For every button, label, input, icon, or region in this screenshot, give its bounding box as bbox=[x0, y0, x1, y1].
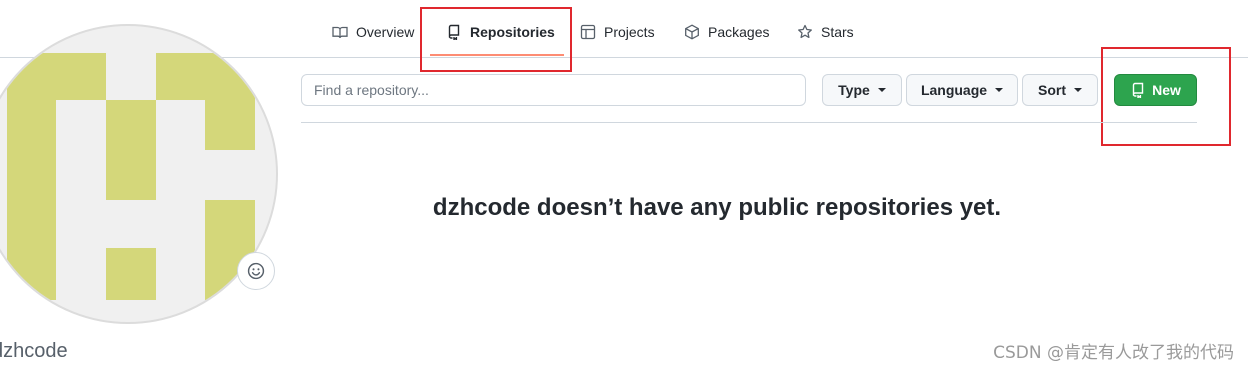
annotation-box-repositories bbox=[420, 7, 572, 72]
tab-projects-label: Projects bbox=[604, 24, 655, 40]
table-icon bbox=[580, 24, 596, 40]
avatar-block bbox=[156, 53, 255, 100]
type-filter-button[interactable]: Type bbox=[822, 74, 902, 106]
new-button-label: New bbox=[1152, 82, 1181, 98]
language-filter-label: Language bbox=[920, 82, 988, 98]
tab-stars[interactable]: Stars bbox=[797, 18, 854, 46]
caret-down-icon bbox=[995, 88, 1004, 92]
tab-projects[interactable]: Projects bbox=[580, 18, 655, 46]
smiley-icon bbox=[247, 262, 265, 280]
sort-button[interactable]: Sort bbox=[1022, 74, 1098, 106]
new-repository-button[interactable]: New bbox=[1114, 74, 1197, 106]
caret-down-icon bbox=[877, 88, 886, 92]
filter-divider bbox=[301, 122, 1197, 123]
repo-icon bbox=[1132, 82, 1144, 98]
star-icon bbox=[798, 24, 812, 39]
tab-overview[interactable]: Overview bbox=[332, 18, 414, 46]
package-icon bbox=[685, 24, 699, 40]
avatar-block bbox=[7, 200, 56, 300]
language-filter-button[interactable]: Language bbox=[906, 74, 1018, 106]
caret-down-icon bbox=[1074, 88, 1082, 92]
tab-overview-label: Overview bbox=[356, 24, 415, 40]
sort-label: Sort bbox=[1038, 82, 1066, 98]
profile-username: dzhcode bbox=[0, 340, 68, 362]
csdn-watermark: CSDN @肯定有人改了我的代码 bbox=[993, 343, 1234, 363]
avatar-block bbox=[7, 53, 106, 100]
avatar-block bbox=[205, 100, 255, 150]
avatar-block bbox=[106, 248, 156, 300]
avatar[interactable] bbox=[0, 24, 278, 324]
tab-packages[interactable]: Packages bbox=[684, 18, 769, 46]
tab-packages-label: Packages bbox=[708, 24, 770, 40]
empty-repositories-message: dzhcode doesn’t have any public reposito… bbox=[432, 194, 1002, 221]
type-filter-label: Type bbox=[838, 82, 870, 98]
avatar-block bbox=[106, 100, 156, 200]
tab-stars-label: Stars bbox=[821, 24, 854, 40]
set-status-button[interactable] bbox=[237, 252, 275, 290]
book-icon bbox=[332, 26, 348, 39]
repository-search-input[interactable] bbox=[301, 74, 806, 106]
avatar-block bbox=[7, 100, 56, 200]
